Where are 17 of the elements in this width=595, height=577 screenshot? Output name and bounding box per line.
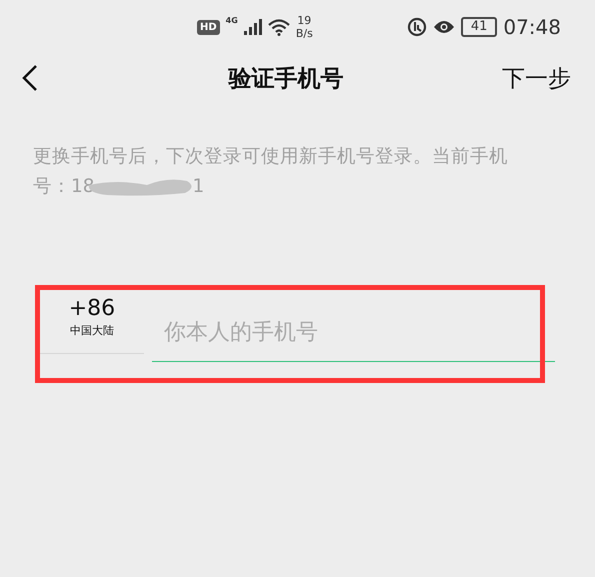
back-icon[interactable] [20, 63, 40, 93]
wifi-icon [268, 18, 290, 36]
signal-icon [244, 19, 262, 35]
phone-input-field[interactable]: 你本人的手机号 [152, 292, 555, 362]
eye-icon [432, 20, 455, 34]
notice-text: 更换手机号后，下次登录可使用新手机号登录。当前手机 [33, 145, 509, 169]
hd-icon: HD [197, 20, 220, 34]
notice-text: 1 [192, 175, 204, 199]
network-type: 4G [226, 16, 238, 25]
page-title: 验证手机号 [227, 64, 344, 94]
clock-time: 07:48 [503, 15, 561, 39]
region-label: 中国大陆 [70, 323, 114, 338]
next-step-button[interactable]: 下一步 [502, 62, 571, 94]
speed-unit: B/s [296, 27, 313, 40]
country-code[interactable]: +86 [68, 296, 116, 321]
speed-value: 19 [297, 14, 312, 27]
battery-icon: 41 [460, 17, 498, 37]
